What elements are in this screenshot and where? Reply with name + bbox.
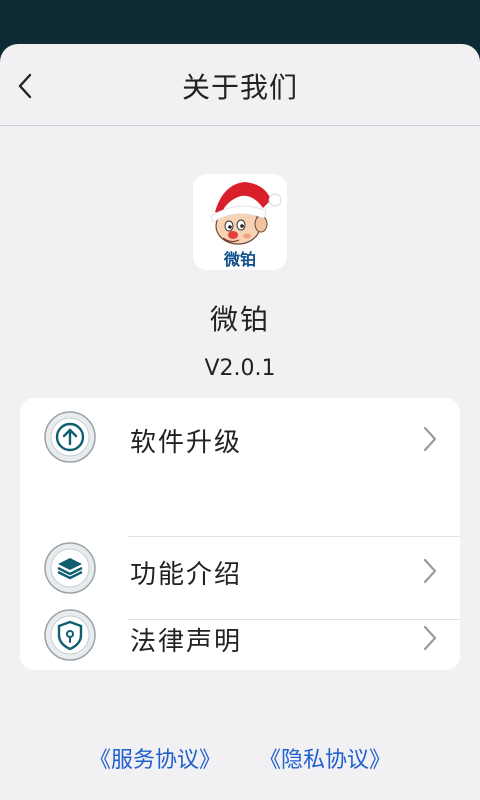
shield-lock-icon <box>42 607 98 663</box>
menu-item-legal[interactable]: 法律声明 <box>20 609 460 670</box>
privacy-agreement-link[interactable]: 《隐私协议》 <box>259 748 391 773</box>
menu-item-software-upgrade[interactable]: 软件升级 <box>20 398 460 480</box>
app-logo: 微铂 <box>193 174 287 270</box>
agreement-links: 《服务协议》 《隐私协议》 <box>0 742 480 774</box>
logo-text: 微铂 <box>223 250 256 269</box>
app-name: 微铂 <box>209 303 270 336</box>
chevron-right-icon <box>423 426 437 452</box>
menu-card: 软件升级 功能介绍 法律声明 <box>20 398 460 670</box>
about-sheet: 关于我们 微铂 微铂 V2.0.1 软件升级 功能介绍 法律声明 《服务协议》 … <box>0 44 480 800</box>
app-version: V2.0.1 <box>204 356 276 381</box>
chevron-right-icon <box>423 625 437 651</box>
menu-item-label: 软件升级 <box>130 428 243 458</box>
layers-icon <box>42 540 98 596</box>
service-agreement-link[interactable]: 《服务协议》 <box>89 748 221 773</box>
page-title: 关于我们 <box>181 71 298 104</box>
upgrade-arrow-icon <box>42 409 98 465</box>
menu-item-label: 功能介绍 <box>130 560 243 590</box>
chevron-right-icon <box>423 558 437 584</box>
navigation-bar: 关于我们 <box>0 44 480 126</box>
menu-item-label: 法律声明 <box>130 627 243 657</box>
menu-item-features[interactable]: 功能介绍 <box>20 536 460 618</box>
